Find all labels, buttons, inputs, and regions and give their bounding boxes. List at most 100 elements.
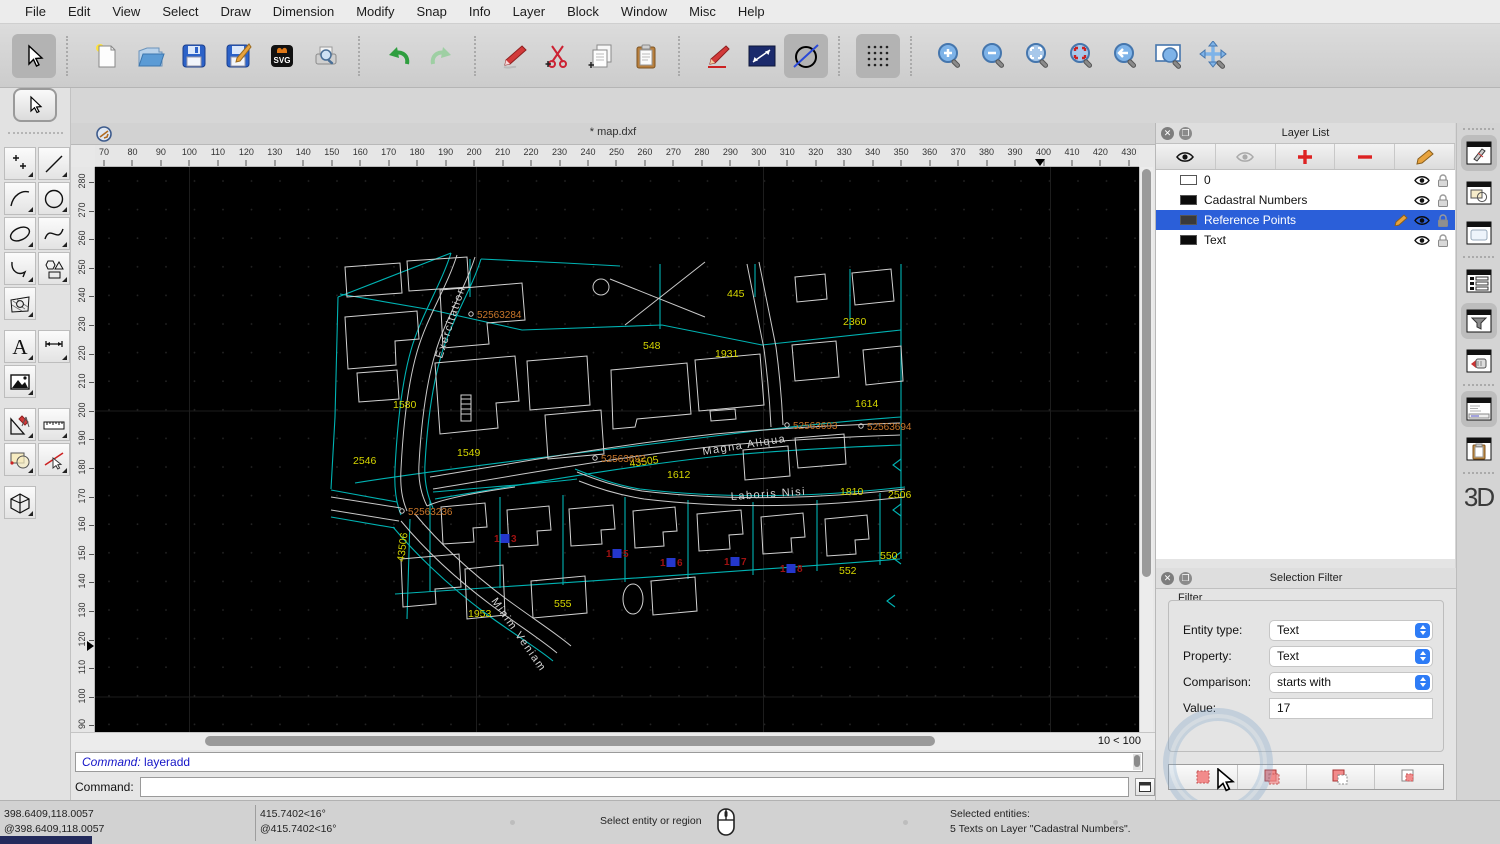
modify-shapes-tool[interactable]	[4, 443, 36, 476]
layer-row-text[interactable]: Text	[1156, 230, 1455, 250]
hatch-tool[interactable]	[4, 287, 36, 320]
hide-all-layers-button[interactable]	[1216, 144, 1276, 169]
menu-layer[interactable]: Layer	[502, 4, 557, 19]
menu-info[interactable]: Info	[458, 4, 502, 19]
value-input[interactable]	[1269, 698, 1433, 719]
menu-select[interactable]: Select	[151, 4, 209, 19]
measure-tool[interactable]	[38, 408, 70, 441]
zoom-in-button[interactable]	[928, 34, 972, 78]
vertical-scrollbar[interactable]	[1139, 167, 1153, 732]
spline-tool[interactable]	[38, 217, 70, 250]
selection-pointer-button[interactable]	[13, 88, 57, 122]
cut-button[interactable]	[536, 34, 580, 78]
menu-modify[interactable]: Modify	[345, 4, 405, 19]
command-history-scrollbar[interactable]	[1133, 754, 1141, 770]
library-browser-dock-button[interactable]	[1461, 343, 1497, 379]
layer-color-swatch[interactable]	[1180, 215, 1197, 225]
edit-layer-button[interactable]	[1395, 144, 1455, 169]
layer-color-swatch[interactable]	[1180, 235, 1197, 245]
property-select[interactable]: Text	[1269, 646, 1433, 667]
command-toggle-button[interactable]	[1135, 778, 1155, 796]
svg-export-button[interactable]: SVG	[260, 34, 304, 78]
layer-row-reference-points[interactable]: Reference Points	[1156, 210, 1455, 230]
undo-button[interactable]	[376, 34, 420, 78]
horizontal-scrollbar[interactable]	[95, 733, 1105, 749]
command-input[interactable]	[140, 777, 1129, 797]
intersect-selection-button[interactable]	[1375, 765, 1443, 789]
save-button[interactable]	[172, 34, 216, 78]
auto-zoom-button[interactable]	[1016, 34, 1060, 78]
layer-visible-icon[interactable]	[1414, 195, 1430, 206]
image-tool[interactable]	[4, 365, 36, 398]
draw-pen-button[interactable]	[696, 34, 740, 78]
menu-dimension[interactable]: Dimension	[262, 4, 345, 19]
menu-edit[interactable]: Edit	[57, 4, 101, 19]
circle-line-button[interactable]	[784, 34, 828, 78]
menu-help[interactable]: Help	[727, 4, 776, 19]
dimension-tool[interactable]	[38, 330, 70, 363]
add-to-selection-button[interactable]	[1238, 765, 1307, 789]
replace-selection-button[interactable]	[1169, 765, 1238, 789]
pointer-button[interactable]	[12, 34, 56, 78]
document-titlebar[interactable]: * map.dxf	[71, 123, 1155, 145]
points-tool[interactable]	[4, 147, 36, 180]
polyline-tool[interactable]	[4, 252, 36, 285]
zoom-selection-button[interactable]	[1060, 34, 1104, 78]
previous-view-button[interactable]	[1104, 34, 1148, 78]
divide-tool[interactable]	[38, 443, 70, 476]
menu-misc[interactable]: Misc	[678, 4, 727, 19]
layer-lock-icon[interactable]	[1437, 194, 1449, 207]
layer-color-swatch[interactable]	[1180, 195, 1197, 205]
zoom-window-button[interactable]	[1148, 34, 1192, 78]
layer-row-cadastral-numbers[interactable]: Cadastral Numbers	[1156, 190, 1455, 210]
layer-list-dock-button[interactable]	[1461, 263, 1497, 299]
save-as-button[interactable]	[216, 34, 260, 78]
arc-tool[interactable]	[4, 182, 36, 215]
menu-block[interactable]: Block	[556, 4, 610, 19]
print-preview-button[interactable]	[304, 34, 348, 78]
redo-button[interactable]	[420, 34, 464, 78]
zoom-out-button[interactable]	[972, 34, 1016, 78]
menu-view[interactable]: View	[101, 4, 151, 19]
text-tool[interactable]: A	[4, 330, 36, 363]
menu-file[interactable]: File	[14, 4, 57, 19]
pan-button[interactable]	[1192, 34, 1236, 78]
drawing-canvas[interactable]: 4452360548193116141580254615491612181025…	[95, 167, 1139, 732]
ellipse-tool[interactable]	[4, 217, 36, 250]
layer-color-swatch[interactable]	[1180, 175, 1197, 185]
layer-row-0[interactable]: 0	[1156, 170, 1455, 190]
circle-tool[interactable]	[38, 182, 70, 215]
command-line-dock-button[interactable]	[1461, 391, 1497, 427]
layer-edit-icon[interactable]	[1394, 214, 1408, 226]
menu-draw[interactable]: Draw	[209, 4, 261, 19]
layer-visible-icon[interactable]	[1414, 175, 1430, 186]
property-editor-dock-button[interactable]	[1461, 135, 1497, 171]
menu-window[interactable]: Window	[610, 4, 678, 19]
solid-3d-tool[interactable]	[4, 486, 36, 519]
layer-lock-icon[interactable]	[1437, 174, 1449, 187]
layer-visible-icon[interactable]	[1414, 235, 1430, 246]
entity-type-select[interactable]: Text	[1269, 620, 1433, 641]
delete-button[interactable]	[492, 34, 536, 78]
copy-button[interactable]	[580, 34, 624, 78]
remove-from-selection-button[interactable]	[1307, 765, 1376, 789]
add-layer-button[interactable]	[1276, 144, 1336, 169]
dimension-button[interactable]	[740, 34, 784, 78]
layer-visible-icon[interactable]	[1414, 215, 1430, 226]
block-list-dock-button[interactable]	[1461, 175, 1497, 211]
selection-filter-dock-button[interactable]	[1461, 303, 1497, 339]
command-history[interactable]: Command: layeradd	[75, 752, 1143, 772]
shapes-tool[interactable]	[38, 252, 70, 285]
new-file-button[interactable]	[84, 34, 128, 78]
layer-lock-icon[interactable]	[1437, 214, 1449, 227]
grid-toggle-button[interactable]	[856, 34, 900, 78]
menu-snap[interactable]: Snap	[406, 4, 458, 19]
modify-tool[interactable]	[4, 408, 36, 441]
comparison-select[interactable]: starts with	[1269, 672, 1433, 693]
clipboard-dock-button[interactable]	[1461, 431, 1497, 467]
view-list-dock-button[interactable]	[1461, 215, 1497, 251]
remove-layer-button[interactable]	[1335, 144, 1395, 169]
layer-lock-icon[interactable]	[1437, 234, 1449, 247]
show-all-layers-button[interactable]	[1156, 144, 1216, 169]
paste-button[interactable]	[624, 34, 668, 78]
